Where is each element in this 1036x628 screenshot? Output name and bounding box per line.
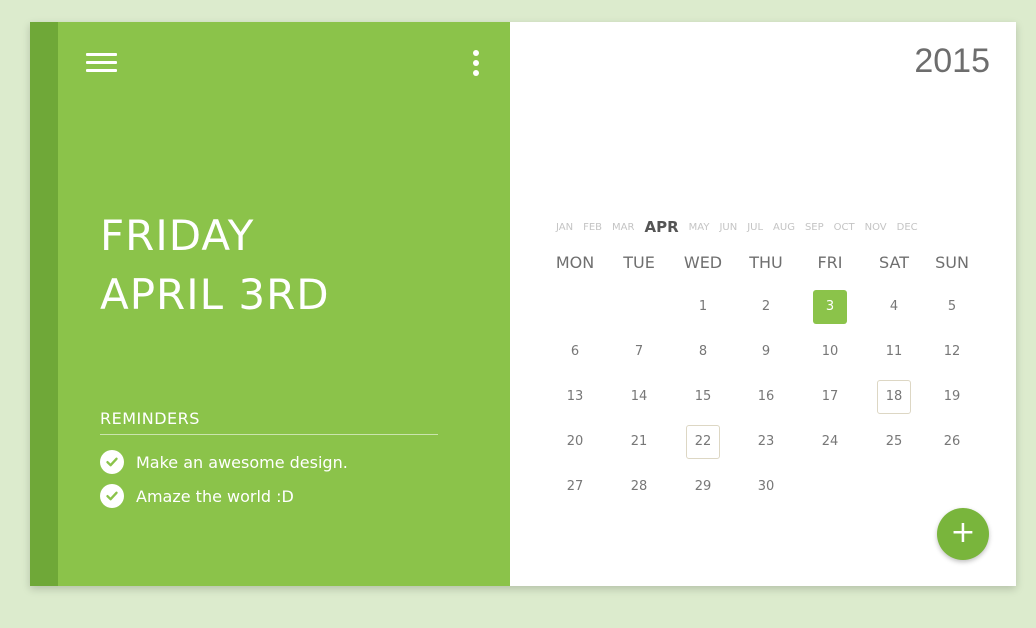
month-apr[interactable]: APR — [644, 218, 678, 236]
calendar-day[interactable]: 13 — [558, 380, 592, 414]
calendar-day[interactable]: 14 — [622, 380, 656, 414]
calendar-day[interactable]: 6 — [558, 335, 592, 369]
selected-weekday: FRIDAY — [100, 211, 255, 260]
reminder-item[interactable]: Amaze the world :D — [100, 483, 294, 509]
calendar-day[interactable]: 10 — [813, 335, 847, 369]
month-nov[interactable]: NOV — [865, 222, 887, 233]
calendar-card: FRIDAY APRIL 3RD REMINDERS Make an aweso… — [30, 22, 1016, 586]
calendar-day[interactable]: 27 — [558, 470, 592, 504]
hamburger-menu-icon[interactable] — [86, 53, 117, 73]
calendar-day[interactable]: 28 — [622, 470, 656, 504]
calendar-day[interactable]: 19 — [935, 380, 969, 414]
reminders-heading: REMINDERS — [100, 409, 438, 435]
calendar-panel: 2015 JAN FEB MAR APR MAY JUN JUL AUG SEP OCT NOV DE… — [510, 22, 1016, 586]
weekday-thu: THU — [749, 253, 783, 272]
reminder-text: Amaze the world :D — [136, 486, 294, 506]
weekday-fri: FRI — [817, 253, 843, 272]
month-aug[interactable]: AUG — [773, 222, 795, 233]
calendar-day[interactable]: 23 — [749, 425, 783, 459]
check-icon[interactable] — [100, 450, 124, 474]
calendar-day[interactable]: 24 — [813, 425, 847, 459]
month-may[interactable]: MAY — [689, 222, 710, 233]
reminder-text: Make an awesome design. — [136, 452, 348, 472]
plus-icon: + — [950, 515, 976, 550]
calendar-day[interactable]: 9 — [749, 335, 783, 369]
weekday-mon: MON — [555, 253, 595, 272]
calendar-day[interactable]: 11 — [877, 335, 911, 369]
month-feb[interactable]: FEB — [583, 222, 602, 233]
month-selector: JAN FEB MAR APR MAY JUN JUL AUG SEP OCT NOV DEC — [556, 218, 976, 236]
add-button[interactable]: + — [937, 508, 989, 560]
weekday-sat: SAT — [879, 253, 909, 272]
calendar-day[interactable]: 16 — [749, 380, 783, 414]
selected-full-date: APRIL 3RD — [100, 270, 330, 319]
calendar-day[interactable]: 7 — [622, 335, 656, 369]
calendar-day[interactable]: 18 — [877, 380, 911, 414]
calendar-day[interactable]: 29 — [686, 470, 720, 504]
calendar-day[interactable]: 1 — [686, 290, 720, 324]
calendar-day[interactable]: 15 — [686, 380, 720, 414]
calendar-day[interactable]: 5 — [935, 290, 969, 324]
calendar-day[interactable]: 22 — [686, 425, 720, 459]
calendar-day[interactable]: 20 — [558, 425, 592, 459]
reminder-item[interactable]: Make an awesome design. — [100, 449, 348, 475]
date-panel: FRIDAY APRIL 3RD REMINDERS Make an aweso… — [30, 22, 510, 586]
weekday-wed: WED — [683, 253, 723, 272]
month-jan[interactable]: JAN — [556, 222, 573, 233]
year-label[interactable]: 2015 — [914, 42, 990, 81]
calendar-day[interactable]: 8 — [686, 335, 720, 369]
calendar-day[interactable]: 3 — [813, 290, 847, 324]
calendar-day[interactable]: 25 — [877, 425, 911, 459]
more-vertical-icon[interactable] — [468, 50, 484, 78]
weekday-tue: TUE — [623, 253, 655, 272]
selected-date-title: FRIDAY APRIL 3RD — [100, 206, 330, 324]
weekday-sun: SUN — [935, 253, 969, 272]
check-icon[interactable] — [100, 484, 124, 508]
calendar-day[interactable]: 12 — [935, 335, 969, 369]
calendar-day[interactable]: 17 — [813, 380, 847, 414]
calendar-day[interactable]: 4 — [877, 290, 911, 324]
calendar-day[interactable]: 26 — [935, 425, 969, 459]
month-oct[interactable]: OCT — [834, 222, 855, 233]
month-mar[interactable]: MAR — [612, 222, 634, 233]
month-sep[interactable]: SEP — [805, 222, 824, 233]
month-jun[interactable]: JUN — [719, 222, 737, 233]
panel-edge-strip — [30, 22, 58, 586]
calendar-day[interactable]: 2 — [749, 290, 783, 324]
month-dec[interactable]: DEC — [897, 222, 918, 233]
month-jul[interactable]: JUL — [747, 222, 763, 233]
calendar-day[interactable]: 30 — [749, 470, 783, 504]
calendar-day[interactable]: 21 — [622, 425, 656, 459]
